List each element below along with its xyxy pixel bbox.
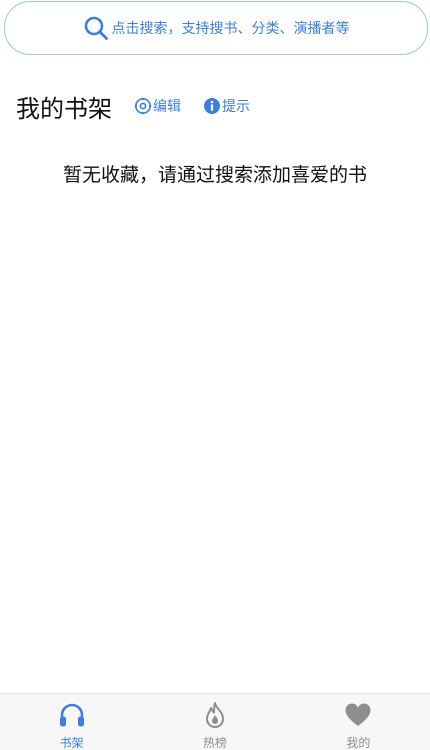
bottom-tab-bar: 书架 热榜 我的 [0, 693, 430, 750]
heart-icon [343, 700, 373, 730]
edit-button[interactable]: 编辑 [134, 96, 181, 116]
edit-label: 编辑 [153, 99, 181, 115]
app-root: 点击搜索，支持搜书、分类、演播者等 我的书架 编辑 提示 暂无收藏，请通过搜索添… [0, 0, 430, 750]
tip-button[interactable]: 提示 [203, 96, 250, 116]
tab-mine[interactable]: 我的 [287, 694, 430, 750]
tab-hot-list[interactable]: 热榜 [143, 694, 286, 750]
shelf-title: 我的书架 [16, 94, 112, 123]
info-icon [203, 97, 221, 115]
tip-label: 提示 [222, 99, 250, 115]
tab-label: 热榜 [202, 736, 227, 750]
tab-label: 书架 [59, 736, 84, 750]
tab-label: 我的 [346, 736, 371, 750]
search-icon [83, 15, 109, 41]
search-bar[interactable]: 点击搜索，支持搜书、分类、演播者等 [4, 1, 428, 55]
shelf-header: 我的书架 编辑 提示 [16, 88, 250, 124]
gear-icon [134, 97, 152, 115]
flame-icon [200, 700, 230, 730]
headphones-icon [57, 700, 87, 730]
search-placeholder: 点击搜索，支持搜书、分类、演播者等 [111, 21, 350, 37]
tab-bookshelf[interactable]: 书架 [0, 694, 143, 750]
empty-shelf-message: 暂无收藏，请通过搜索添加喜爱的书 [62, 164, 367, 186]
